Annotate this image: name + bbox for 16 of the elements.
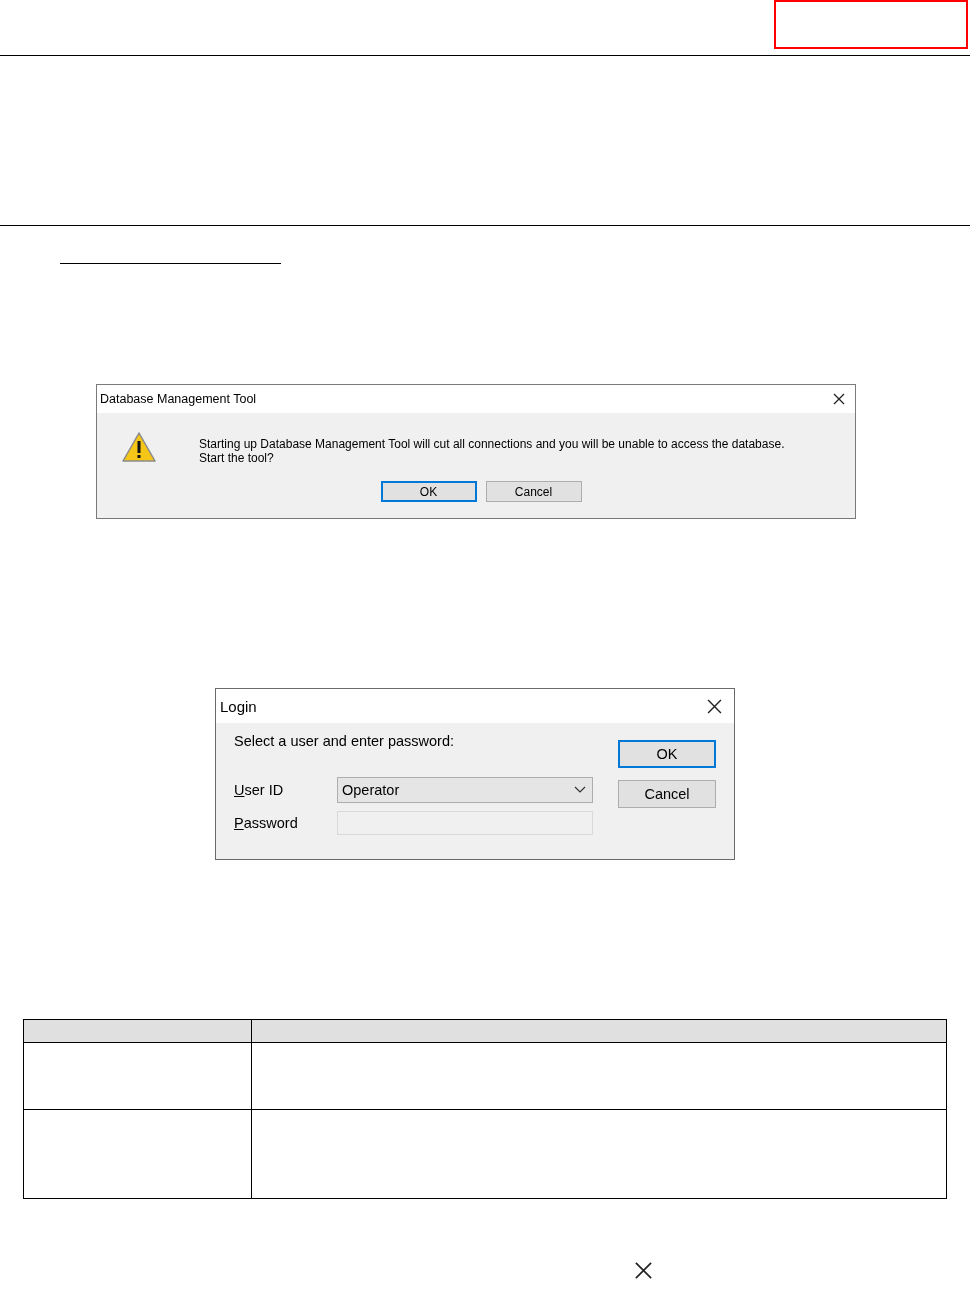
field-label: Password <box>234 815 299 831</box>
close-icon[interactable] <box>707 698 722 714</box>
user-dropdown[interactable]: Operator <box>337 777 593 803</box>
cancel-button[interactable]: Cancel <box>618 780 716 808</box>
cancel-button[interactable]: Cancel <box>485 481 582 502</box>
ok-button[interactable]: OK <box>618 740 716 768</box>
dialog-message: Starting up Database Management Tool will cut all connections and you will be unable to access the database. Start the tool? <box>199 437 785 465</box>
dialog-title: Database Management Tool <box>100 392 257 406</box>
field-label: User ID <box>234 782 285 798</box>
close-icon <box>634 1261 653 1280</box>
ok-button[interactable]: OK <box>380 481 477 502</box>
warning-icon <box>121 431 157 463</box>
login-prompt: Select a user and enter password: <box>234 733 456 749</box>
dialog-title: Login <box>220 697 257 715</box>
close-icon[interactable] <box>833 393 845 405</box>
chevron-down-icon <box>574 786 586 794</box>
